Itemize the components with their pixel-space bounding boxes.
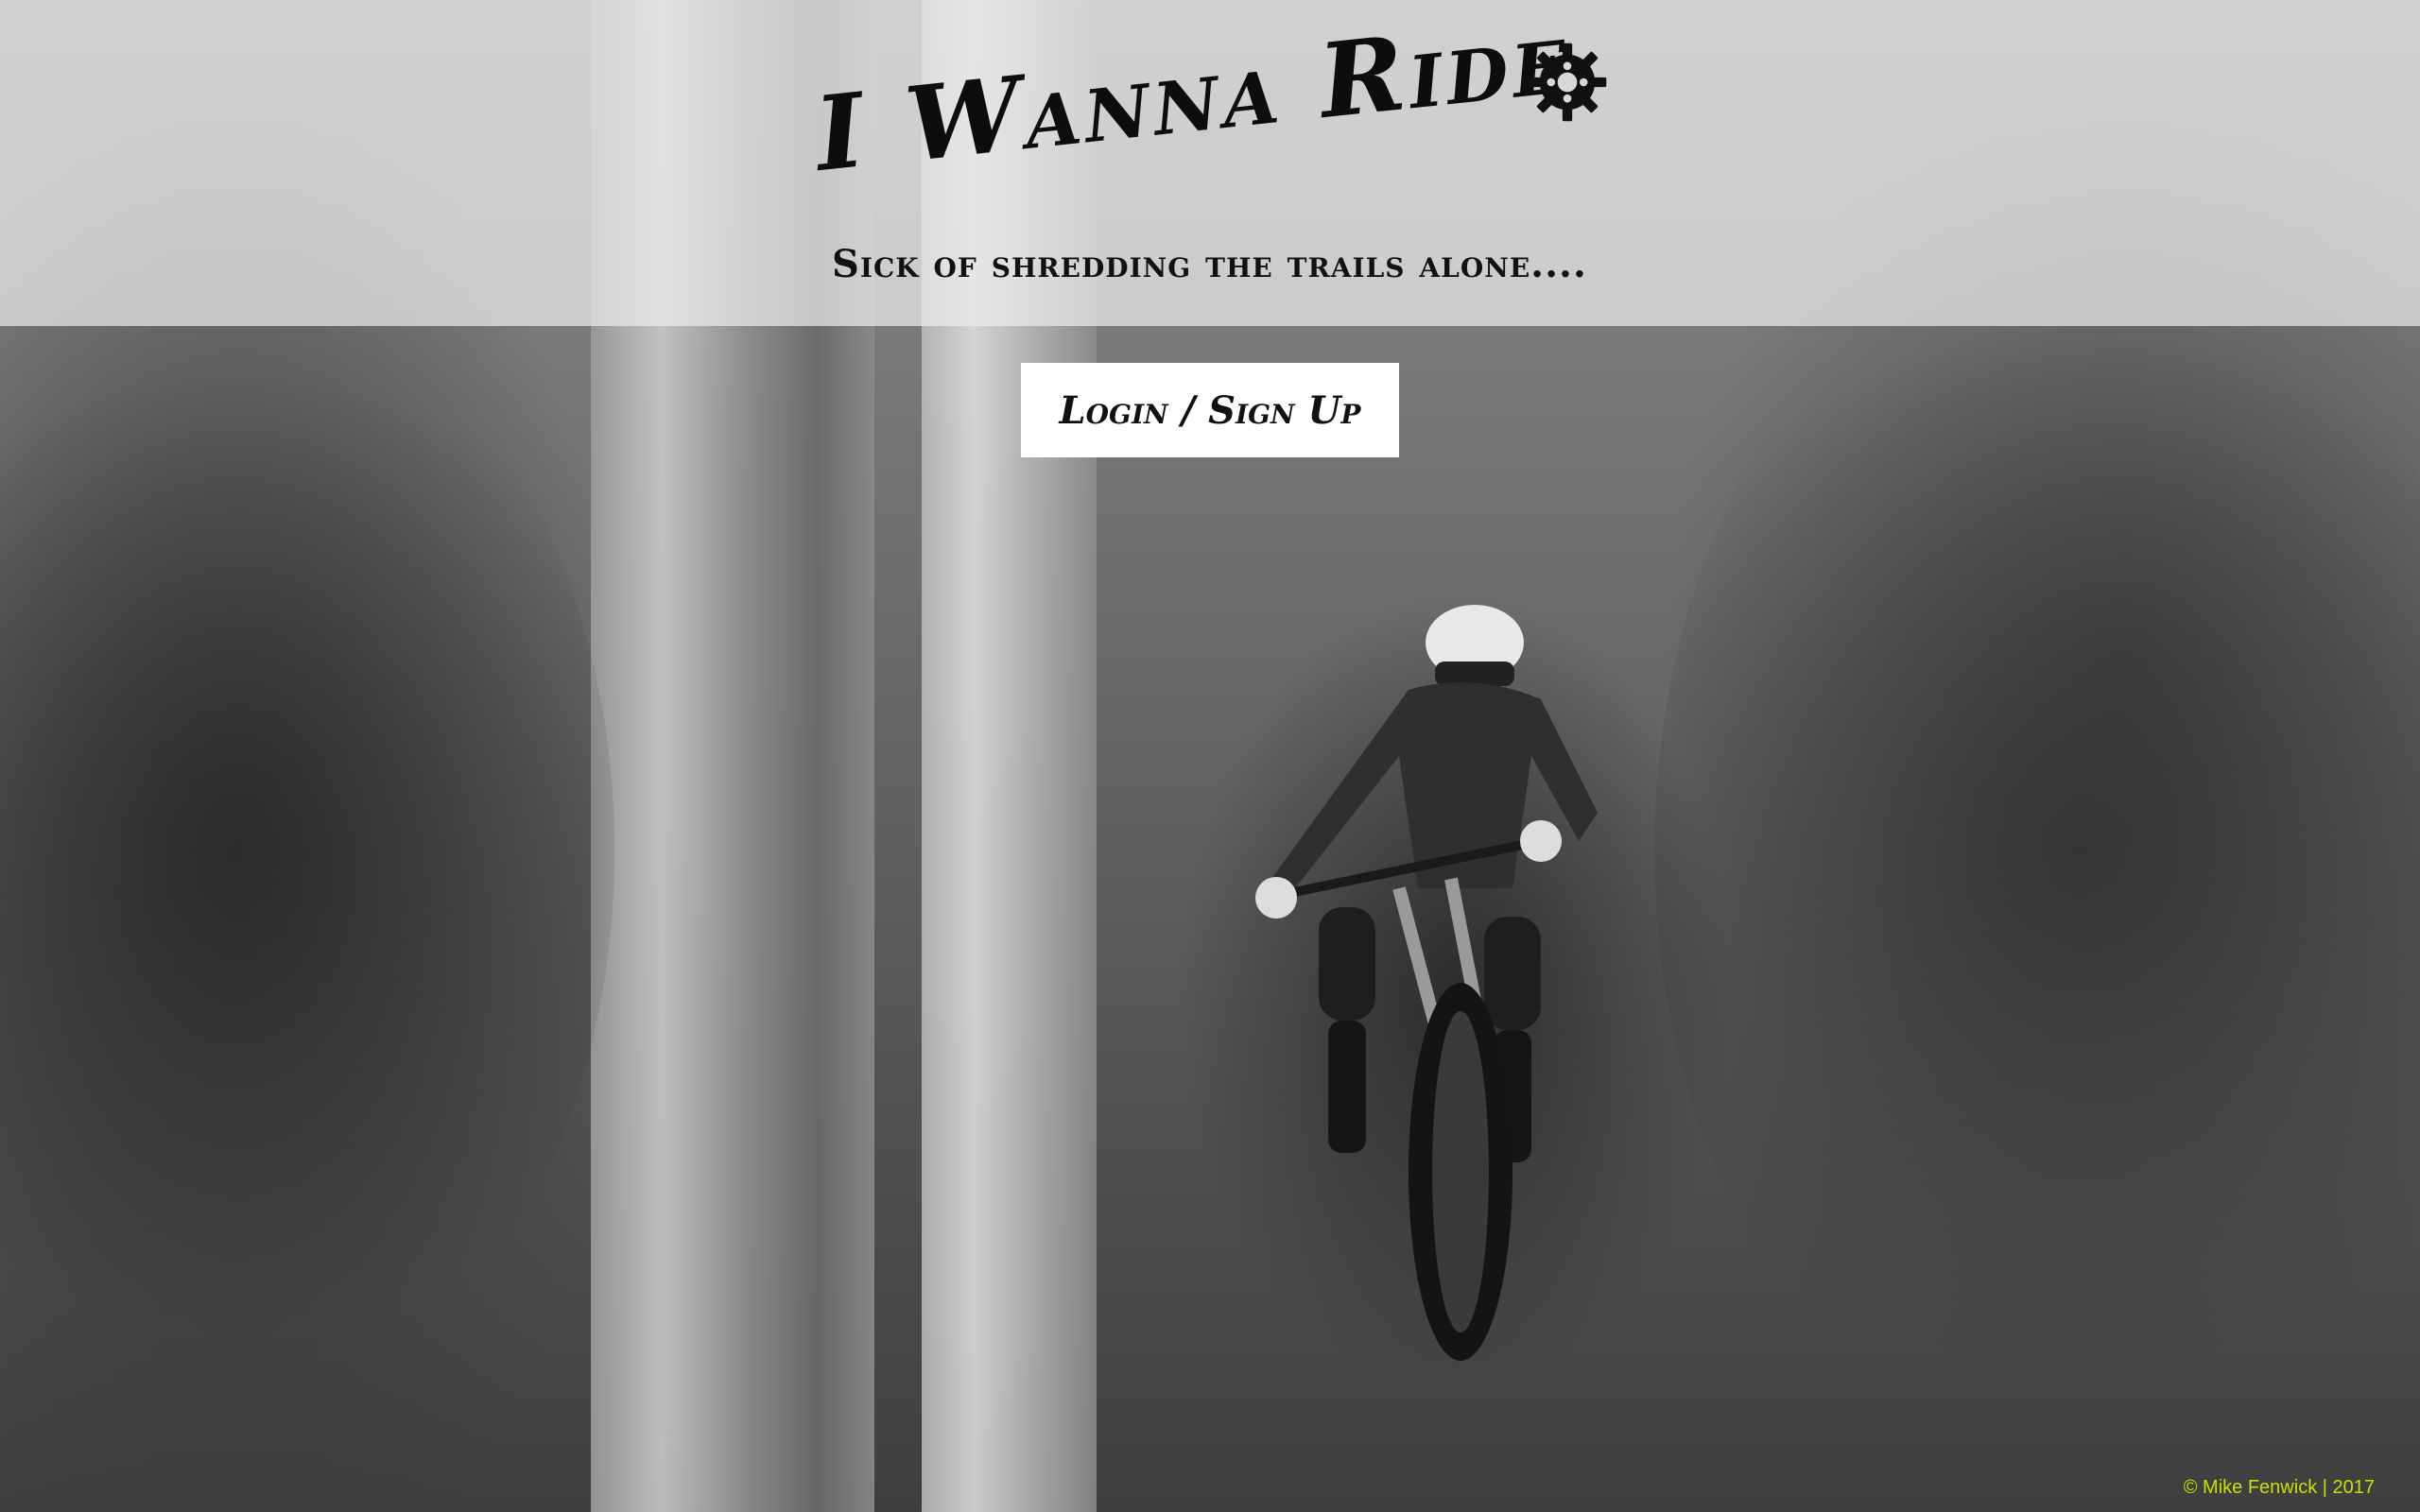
- foliage: [1654, 236, 2420, 1465]
- tagline: Sick of shredding the trails alone....: [832, 242, 1587, 286]
- landing-page: I Wanna Ride Sick of shredding the trail…: [0, 0, 2420, 1512]
- mountain-biker-image: [1255, 605, 1598, 1361]
- login-signup-button[interactable]: Login / Sign Up: [1021, 363, 1399, 457]
- photo-credit: © Mike Fenwick | 2017: [2183, 1477, 2375, 1498]
- gear-icon: [1528, 43, 1607, 122]
- site-title-block: I Wanna Ride: [810, 0, 1616, 227]
- foliage: [0, 284, 614, 1418]
